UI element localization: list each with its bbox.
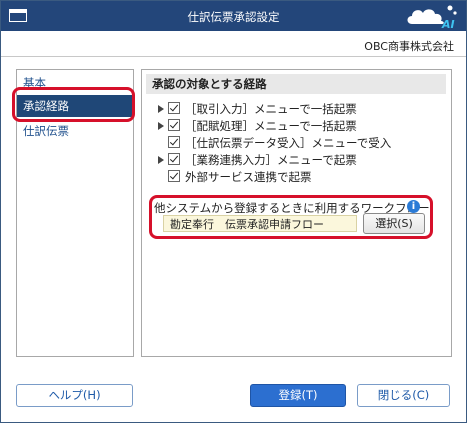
- route-label: ［配賦処理］メニューで一括起票: [185, 119, 357, 133]
- select-workflow-button[interactable]: 選択(S): [363, 213, 425, 234]
- workflow-field[interactable]: 勘定奉行 伝票承認申請フロー: [163, 215, 357, 232]
- header-divider: [1, 56, 466, 57]
- register-button[interactable]: 登録(T): [250, 384, 346, 407]
- window-title: 仕訳伝票承認設定: [187, 10, 280, 24]
- expand-arrow-icon[interactable]: [158, 156, 164, 164]
- logo-text: AI: [441, 18, 455, 30]
- expand-arrow-icon[interactable]: [158, 122, 164, 130]
- expand-arrow-icon[interactable]: [158, 105, 164, 113]
- nav-highlight-annotation: [12, 87, 135, 122]
- title-bar: 仕訳伝票承認設定 AI: [1, 1, 466, 31]
- ai-cloud-logo-icon: AI: [407, 5, 457, 30]
- sidebar-item-journal-slip[interactable]: 仕訳伝票: [17, 120, 133, 142]
- close-button[interactable]: 閉じる(C): [357, 384, 450, 407]
- route-checkbox[interactable]: [168, 136, 180, 148]
- route-checkbox[interactable]: [168, 119, 180, 131]
- help-button[interactable]: ヘルプ(H): [16, 384, 133, 407]
- route-checkbox[interactable]: [168, 102, 180, 114]
- route-label: 外部サービス連携で起票: [185, 170, 312, 184]
- route-label: ［取引入力］メニューで一括起票: [185, 102, 357, 116]
- section-title: 承認の対象とする経路: [146, 74, 446, 94]
- company-name: OBC商事株式会社: [364, 40, 454, 53]
- route-checkbox[interactable]: [168, 153, 180, 165]
- info-icon[interactable]: i: [407, 200, 420, 213]
- route-label: ［業務連携入力］メニューで起票: [185, 153, 357, 167]
- route-label: ［仕訳伝票データ受入］メニューで受入: [185, 136, 392, 150]
- route-checkbox[interactable]: [168, 170, 180, 182]
